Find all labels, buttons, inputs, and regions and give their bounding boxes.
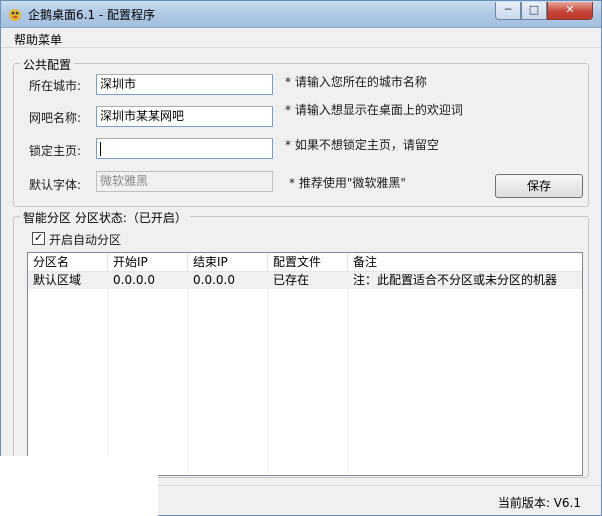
- city-hint: * 请输入您所在的城市名称: [285, 75, 427, 89]
- homepage-label: 锁定主页:: [29, 144, 82, 158]
- homepage-input[interactable]: [96, 138, 273, 159]
- city-label: 所在城市:: [29, 79, 82, 93]
- grid-line: [348, 272, 349, 475]
- public-config-title: 公共配置: [20, 56, 75, 73]
- font-hint: * 推荐使用"微软雅黑": [289, 176, 406, 190]
- font-label: 默认字体:: [29, 178, 82, 192]
- auto-partition-checkbox[interactable]: ✓: [32, 231, 45, 245]
- close-button[interactable]: ✕: [547, 2, 593, 20]
- window-title: 企鹅桌面6.1 - 配置程序: [28, 8, 156, 22]
- blank-region: [0, 456, 158, 516]
- city-input[interactable]: 深圳市: [96, 74, 273, 95]
- config-window: 企鹅桌面6.1 - 配置程序 ─ □ ✕ 帮助菜单 公共配置 所在城市: 深圳市…: [0, 0, 602, 516]
- cell-config: 已存在: [273, 273, 310, 287]
- menu-help[interactable]: 帮助菜单: [14, 31, 62, 48]
- column-header-note[interactable]: 备注: [348, 253, 582, 272]
- column-header-end-ip[interactable]: 结束IP: [188, 253, 268, 272]
- grid-line: [268, 272, 269, 475]
- title-bar[interactable]: 企鹅桌面6.1 - 配置程序 ─ □ ✕: [1, 1, 601, 28]
- cell-end-ip: 0.0.0.0: [193, 273, 235, 287]
- auto-partition-label[interactable]: 开启自动分区: [49, 231, 121, 248]
- menu-bar: 帮助菜单: [1, 28, 601, 48]
- homepage-hint: * 如果不想锁定主页，请留空: [285, 138, 439, 152]
- cafe-label: 网吧名称:: [29, 111, 82, 125]
- text-caret: [100, 141, 101, 156]
- penguin-app-icon: [9, 9, 21, 21]
- partition-list[interactable]: 分区名 开始IP 结束IP 配置文件 备注 默认区域 0.0.0.0 0.0.0…: [27, 252, 583, 476]
- minimize-button[interactable]: ─: [495, 2, 521, 20]
- checkmark-icon: ✓: [34, 231, 44, 244]
- cell-note: 注：此配置适合不分区或未分区的机器: [353, 273, 558, 287]
- grid-line: [108, 272, 109, 475]
- cell-name: 默认区域: [33, 273, 82, 287]
- column-header-config[interactable]: 配置文件: [268, 253, 348, 272]
- cafe-hint: * 请输入想显示在桌面上的欢迎词: [285, 103, 463, 117]
- partition-title: 智能分区 分区状态:（已开启）: [20, 209, 190, 226]
- cell-start-ip: 0.0.0.0: [113, 273, 155, 287]
- column-header-start-ip[interactable]: 开始IP: [108, 253, 188, 272]
- cafe-name-input[interactable]: 深圳市某某网吧: [96, 106, 273, 127]
- grid-line: [188, 272, 189, 475]
- version-label: 当前版本: V6.1: [497, 496, 581, 510]
- maximize-button[interactable]: □: [521, 2, 547, 20]
- font-input: 微软雅黑: [96, 171, 273, 192]
- save-button[interactable]: 保存: [495, 174, 583, 198]
- table-row[interactable]: 默认区域 0.0.0.0 0.0.0.0 已存在 注：此配置适合不分区或未分区的…: [28, 272, 582, 289]
- column-header-name[interactable]: 分区名: [28, 253, 108, 272]
- list-header: 分区名 开始IP 结束IP 配置文件 备注: [28, 253, 582, 272]
